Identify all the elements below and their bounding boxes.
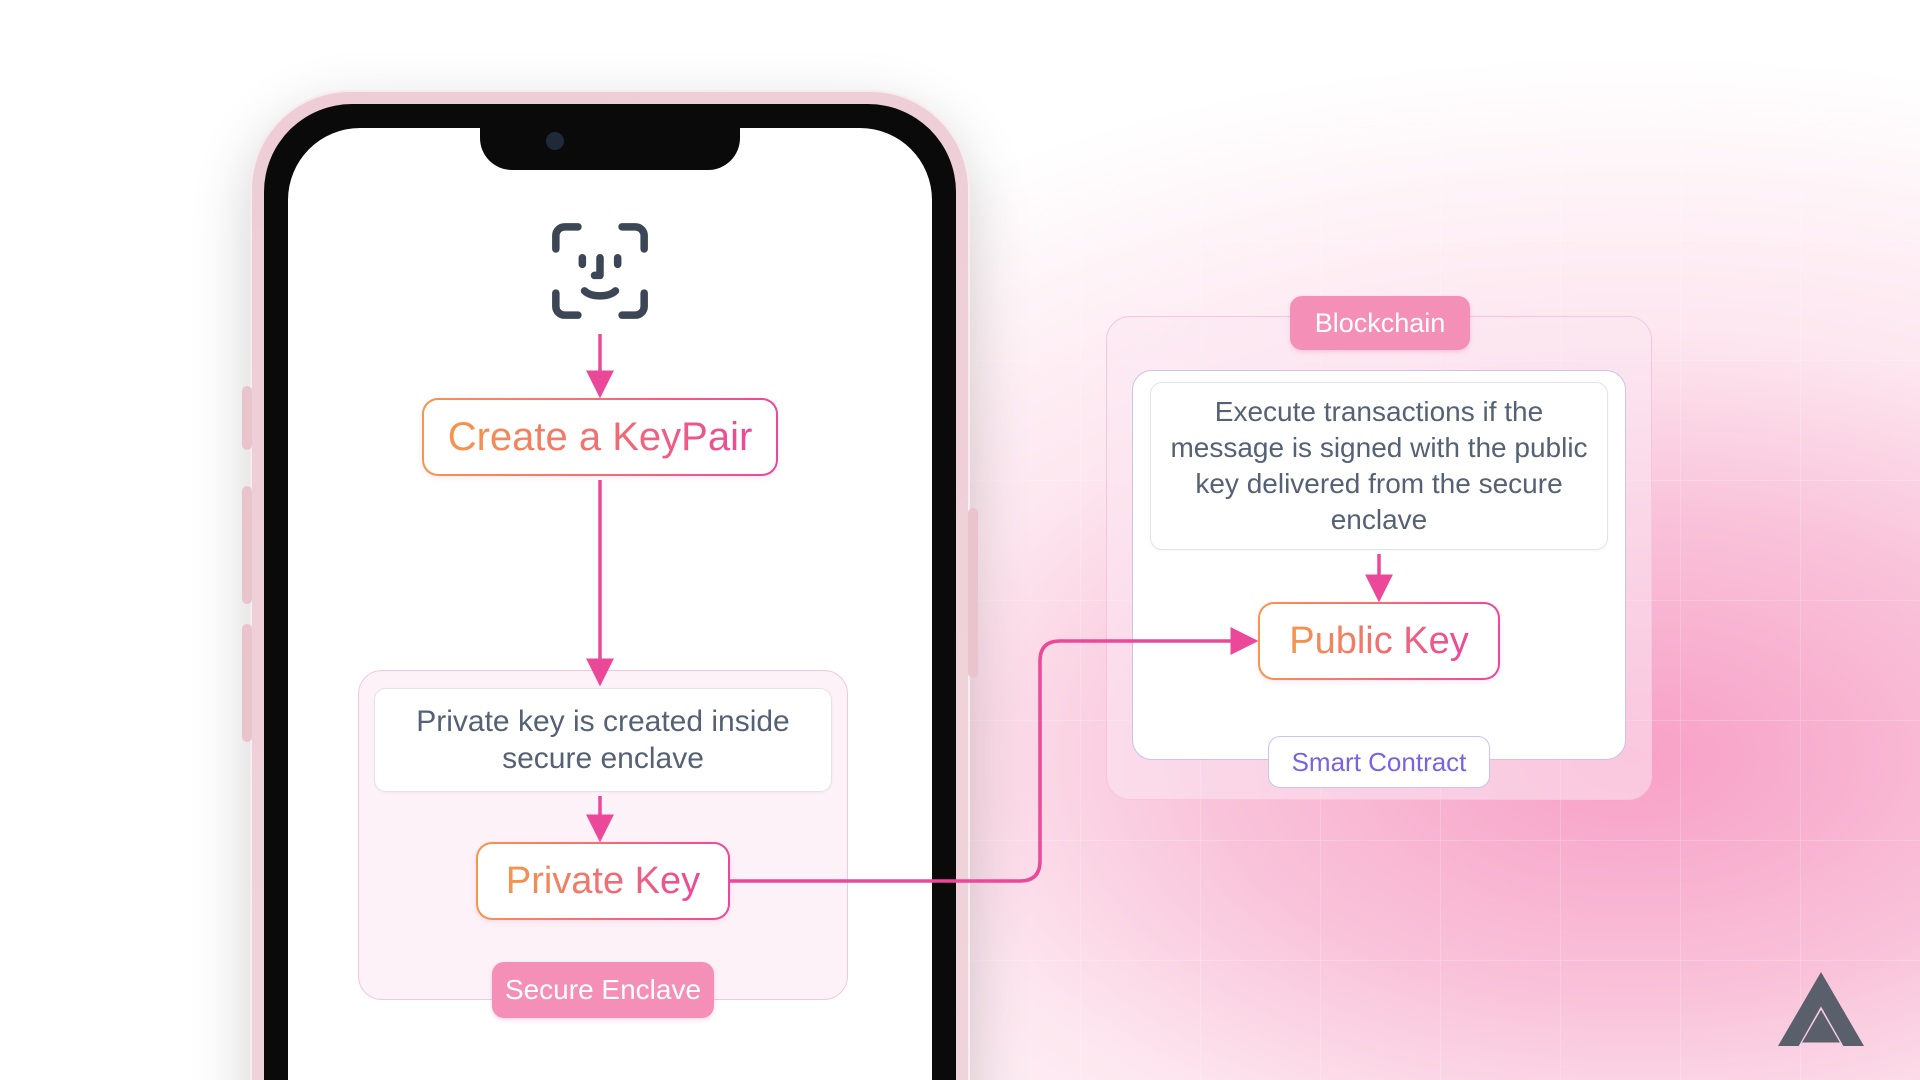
- blockchain-label: Blockchain: [1290, 296, 1470, 350]
- smart-contract-label: Smart Contract: [1268, 736, 1490, 788]
- private-key-desc-text: Private key is created inside secure enc…: [389, 703, 817, 778]
- faceid-icon: [547, 218, 653, 324]
- private-key-box: Private Key: [476, 842, 730, 920]
- create-keypair-label: Create a KeyPair: [448, 415, 753, 460]
- secure-enclave-label: Secure Enclave: [492, 962, 714, 1018]
- contract-desc-text: Execute transactions if the message is s…: [1169, 394, 1589, 537]
- public-key-box: Public Key: [1258, 602, 1500, 680]
- contract-desc-box: Execute transactions if the message is s…: [1150, 382, 1608, 550]
- create-keypair-box: Create a KeyPair: [422, 398, 778, 476]
- private-key-desc-box: Private key is created inside secure enc…: [374, 688, 832, 792]
- public-key-label: Public Key: [1289, 620, 1469, 663]
- private-key-label: Private Key: [506, 860, 700, 903]
- brand-logo-icon: [1778, 972, 1864, 1046]
